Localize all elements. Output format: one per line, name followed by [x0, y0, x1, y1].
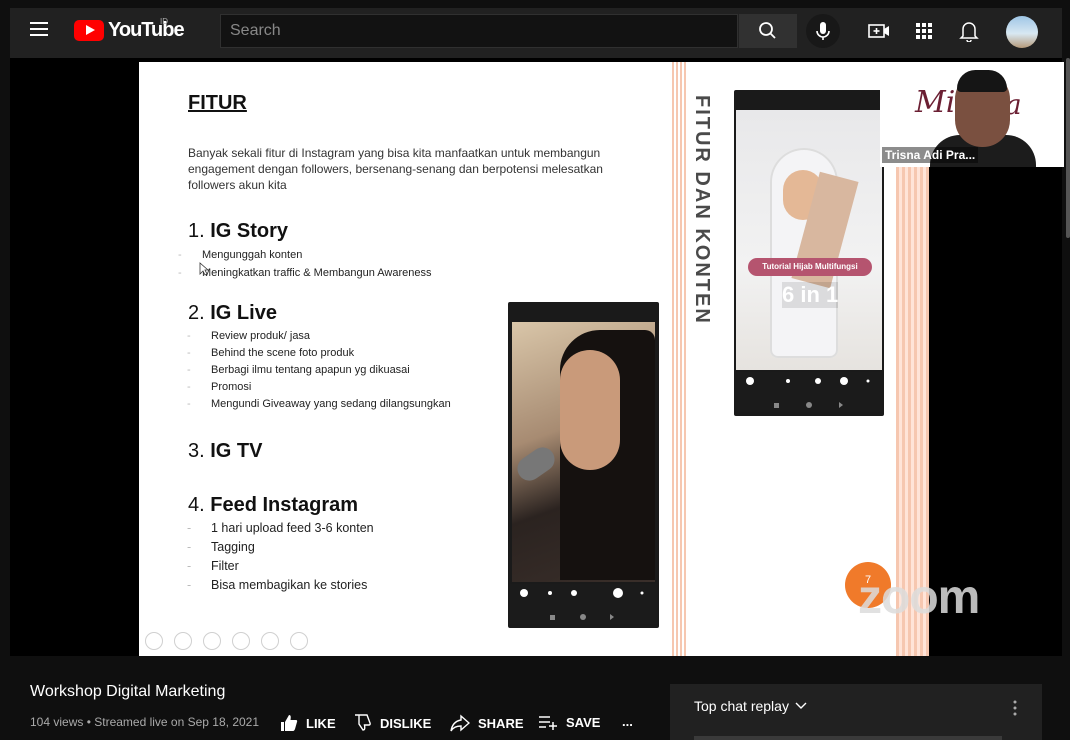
share-icon	[450, 714, 470, 732]
video-meta: 104 views • Streamed live on Sep 18, 202…	[30, 715, 260, 729]
bullet-item: Review produk/ jasa	[187, 328, 310, 345]
search-button[interactable]	[739, 14, 797, 48]
bell-icon	[959, 22, 979, 43]
section-heading: 3. IG TV	[188, 440, 262, 463]
thumbs-down-icon	[355, 714, 371, 731]
chat-input-edge	[694, 736, 1002, 740]
chat-menu-button[interactable]	[1012, 700, 1018, 721]
dislike-label: DISLIKE	[380, 715, 432, 731]
slide-title: FITUR	[188, 92, 247, 114]
like-button[interactable]: LIKE	[280, 714, 336, 732]
create-video-button[interactable]	[868, 22, 890, 45]
vertical-title: FITUR DAN KONTEN	[691, 95, 713, 325]
chat-title: Top chat replay	[694, 698, 789, 714]
phone-action-bar	[510, 584, 657, 624]
slides-grid-icon[interactable]	[232, 632, 250, 650]
bullet-item: Mengunggah konten	[178, 247, 302, 264]
face-shape	[560, 350, 620, 470]
search-input[interactable]	[220, 14, 738, 48]
like-label: LIKE	[306, 715, 336, 731]
bullet-item: Filter	[187, 559, 239, 573]
chevron-down-icon	[795, 702, 807, 709]
dislike-button[interactable]: DISLIKE	[354, 714, 431, 732]
create-video-icon	[868, 24, 889, 38]
share-label: SHARE	[478, 715, 524, 731]
slide-next-icon[interactable]	[174, 632, 192, 650]
section-name: IG TV	[210, 440, 263, 462]
slide-prev-icon[interactable]	[145, 632, 163, 650]
zoom-in-icon[interactable]	[261, 632, 279, 650]
bullet-item: Mengundi Giveaway yang sedang dilangsung…	[187, 396, 451, 413]
section-number: 4.	[188, 494, 205, 516]
apps-button[interactable]	[916, 23, 932, 44]
page-scrollbar[interactable]	[1066, 58, 1070, 238]
decorative-stripes	[672, 62, 686, 656]
chat-mode-dropdown[interactable]: Top chat replay	[694, 698, 807, 714]
bullet-item: Promosi	[187, 379, 252, 396]
presenter-name: Trisna Adi Pra...	[882, 147, 979, 163]
apps-grid-icon	[916, 23, 932, 39]
notifications-button[interactable]	[959, 20, 979, 47]
story-banner: Tutorial Hijab Multifungsi	[748, 258, 872, 276]
brand-name[interactable]: YouTube	[108, 19, 185, 42]
bullet-item: Bisa membagikan ke stories	[187, 578, 367, 592]
save-label: SAVE	[566, 714, 601, 730]
slide-intro: Banyak sekali fitur di Instagram yang bi…	[188, 146, 603, 192]
story-big-text: 6 in 1	[782, 282, 839, 308]
bullet-item: 1 hari upload feed 3-6 konten	[187, 521, 374, 535]
play-triangle-icon	[86, 25, 95, 35]
section-number: 3.	[188, 440, 205, 462]
bullet-item: Behind the scene foto produk	[187, 345, 354, 362]
search-placeholder: Search	[230, 22, 281, 39]
menu-icon[interactable]	[30, 22, 48, 24]
microphone-icon	[816, 22, 830, 40]
bullet-item: Tagging	[187, 540, 255, 554]
zoom-watermark: zoom	[858, 571, 980, 624]
avatar[interactable]	[1006, 16, 1038, 48]
presenter-hair	[957, 70, 1007, 92]
bullet-item: Berbagi ilmu tentang apapun yg dikuasai	[187, 362, 410, 379]
section-number: 2.	[188, 302, 205, 324]
section-name: Feed Instagram	[210, 494, 359, 516]
more-options-icon[interactable]	[290, 632, 308, 650]
video-title: Workshop Digital Marketing	[30, 683, 226, 700]
section-name: IG Story	[210, 220, 289, 242]
thumbs-up-icon	[281, 715, 298, 731]
phone-action-bar	[736, 372, 882, 412]
section-heading: 2. IG Live	[188, 302, 277, 325]
bullet-item: Meningkatkan traffic & Membangun Awarene…	[178, 265, 431, 282]
section-heading: 4. Feed Instagram	[188, 494, 358, 517]
mouse-cursor-icon	[199, 262, 210, 281]
section-number: 1.	[188, 220, 205, 242]
pen-icon[interactable]	[203, 632, 221, 650]
search-icon	[759, 22, 776, 39]
voice-search-button[interactable]	[806, 14, 840, 48]
section-name: IG Live	[210, 302, 277, 324]
save-playlist-icon	[539, 716, 557, 730]
more-actions-button[interactable]: ...	[622, 714, 633, 729]
share-button[interactable]: SHARE	[450, 714, 524, 732]
country-code: ID	[160, 17, 168, 26]
save-button[interactable]: SAVE	[538, 714, 600, 730]
vertical-dots-icon	[1013, 700, 1017, 716]
section-heading: 1. IG Story	[188, 220, 288, 243]
